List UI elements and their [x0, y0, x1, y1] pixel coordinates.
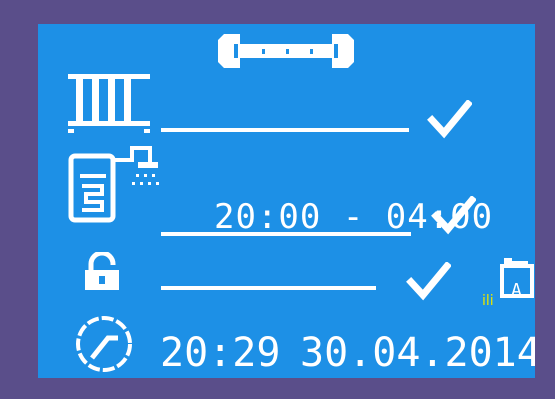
radiator-icon	[68, 74, 150, 136]
device-frame: 20:00 - 04:00 ili A 20:29 30.04.2014	[0, 0, 555, 399]
heating-line	[161, 128, 409, 132]
lcd-screen: 20:00 - 04:00 ili A 20:29 30.04.2014	[38, 24, 535, 378]
or-label: ili	[482, 293, 494, 309]
hot-water-line	[161, 232, 411, 236]
hot-water-checkmark-icon	[430, 196, 476, 236]
boiler-shower-icon	[68, 144, 160, 224]
padlock-icon	[82, 252, 122, 292]
clock-time: 20:29	[160, 330, 281, 376]
lock-line	[161, 286, 376, 290]
auto-mode-letter: A	[511, 280, 522, 301]
lock-checkmark-icon	[405, 262, 451, 302]
heating-checkmark-icon	[426, 100, 472, 140]
clock-icon	[72, 314, 136, 374]
clock-date: 30.04.2014.	[300, 330, 535, 376]
wrench-icon	[218, 32, 354, 70]
